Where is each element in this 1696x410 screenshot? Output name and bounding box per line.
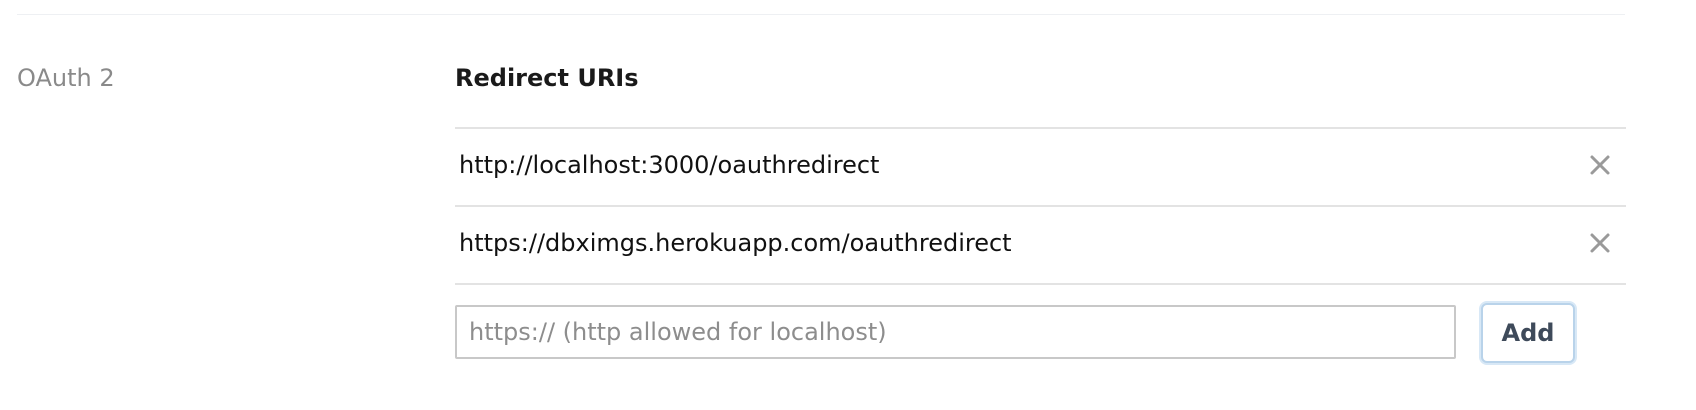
close-x-icon — [1590, 155, 1610, 175]
redirect-uri-text: https://dbximgs.herokuapp.com/oauthredir… — [459, 229, 1012, 257]
redirect-uri-row: http://localhost:3000/oauthredirect — [455, 129, 1626, 207]
redirect-uri-input[interactable] — [455, 305, 1456, 359]
add-uri-button[interactable]: Add — [1481, 303, 1575, 363]
remove-uri-button[interactable] — [1586, 151, 1614, 179]
remove-uri-button[interactable] — [1586, 229, 1614, 257]
redirect-uri-text: http://localhost:3000/oauthredirect — [459, 151, 880, 179]
add-uri-row: Add — [455, 303, 1626, 365]
redirect-uris-heading: Redirect URIs — [455, 64, 639, 92]
top-divider — [17, 14, 1625, 15]
section-label-oauth2: OAuth 2 — [17, 64, 115, 92]
close-x-icon — [1590, 233, 1610, 253]
redirect-uri-row: https://dbximgs.herokuapp.com/oauthredir… — [455, 207, 1626, 285]
redirect-uri-list: http://localhost:3000/oauthredirect http… — [455, 127, 1626, 285]
